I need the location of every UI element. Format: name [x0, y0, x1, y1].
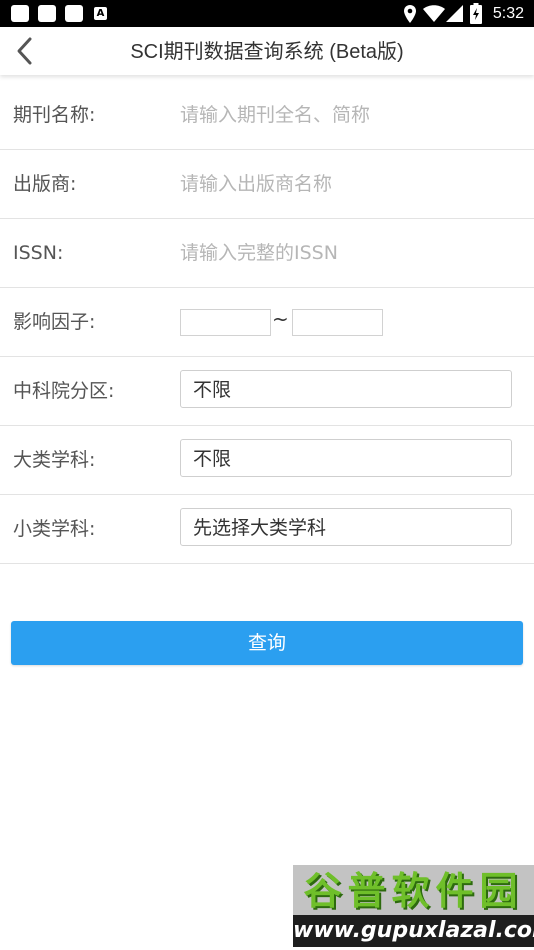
wifi-icon — [423, 5, 445, 22]
watermark-url: www.gupuxlazal.com — [293, 918, 534, 943]
major-subject-row: 大类学科: 不限 — [0, 426, 534, 495]
issn-row: ISSN: — [0, 219, 534, 288]
watermark-logo: 谷普软件园 www.gupuxlazal.com — [293, 865, 534, 947]
major-subject-label: 大类学科: — [13, 449, 96, 471]
watermark-bottom: www.gupuxlazal.com — [293, 915, 534, 947]
minor-subject-select[interactable]: 先选择大类学科 — [180, 508, 512, 546]
query-button[interactable]: 查询 — [11, 621, 523, 665]
major-subject-value: 不限 — [193, 448, 232, 470]
impact-factor-min-input[interactable] — [180, 309, 271, 336]
notification-square-icon — [65, 5, 83, 22]
location-icon — [404, 5, 416, 23]
a-notification-icon: A — [94, 7, 107, 20]
issn-label: ISSN: — [13, 242, 64, 264]
cas-zone-row: 中科院分区: 不限 — [0, 357, 534, 426]
status-bar: A 5:32 — [0, 0, 534, 27]
journal-name-row: 期刊名称: — [0, 81, 534, 150]
watermark-title: 谷普软件园 — [303, 869, 524, 913]
page-title: SCI期刊数据查询系统 (Beta版) — [130, 41, 404, 63]
range-separator: ~ — [272, 307, 289, 331]
journal-name-label: 期刊名称: — [13, 104, 96, 126]
impact-factor-row: 影响因子: ~ — [0, 288, 534, 357]
publisher-row: 出版商: — [0, 150, 534, 219]
minor-subject-row: 小类学科: 先选择大类学科 — [0, 495, 534, 564]
journal-name-input[interactable] — [180, 98, 510, 132]
cas-zone-select[interactable]: 不限 — [180, 370, 512, 408]
major-subject-select[interactable]: 不限 — [180, 439, 512, 477]
cas-zone-value: 不限 — [193, 379, 232, 401]
search-form: 期刊名称: 出版商: ISSN: 影响因子: ~ 中科院分区: 不限 大类学科:… — [0, 81, 534, 564]
app-bar: SCI期刊数据查询系统 (Beta版) — [0, 27, 534, 75]
impact-factor-max-input[interactable] — [292, 309, 383, 336]
notification-square-icon — [38, 5, 56, 22]
minor-subject-label: 小类学科: — [13, 518, 96, 540]
minor-subject-value: 先选择大类学科 — [193, 517, 327, 539]
status-time: 5:32 — [492, 5, 524, 22]
signal-icon — [446, 5, 463, 22]
cas-zone-label: 中科院分区: — [13, 380, 115, 402]
issn-input[interactable] — [180, 236, 510, 270]
publisher-input[interactable] — [180, 167, 510, 201]
impact-factor-label: 影响因子: — [13, 311, 96, 333]
battery-charging-icon — [470, 3, 482, 24]
publisher-label: 出版商: — [13, 173, 77, 195]
notification-square-icon — [11, 5, 29, 22]
